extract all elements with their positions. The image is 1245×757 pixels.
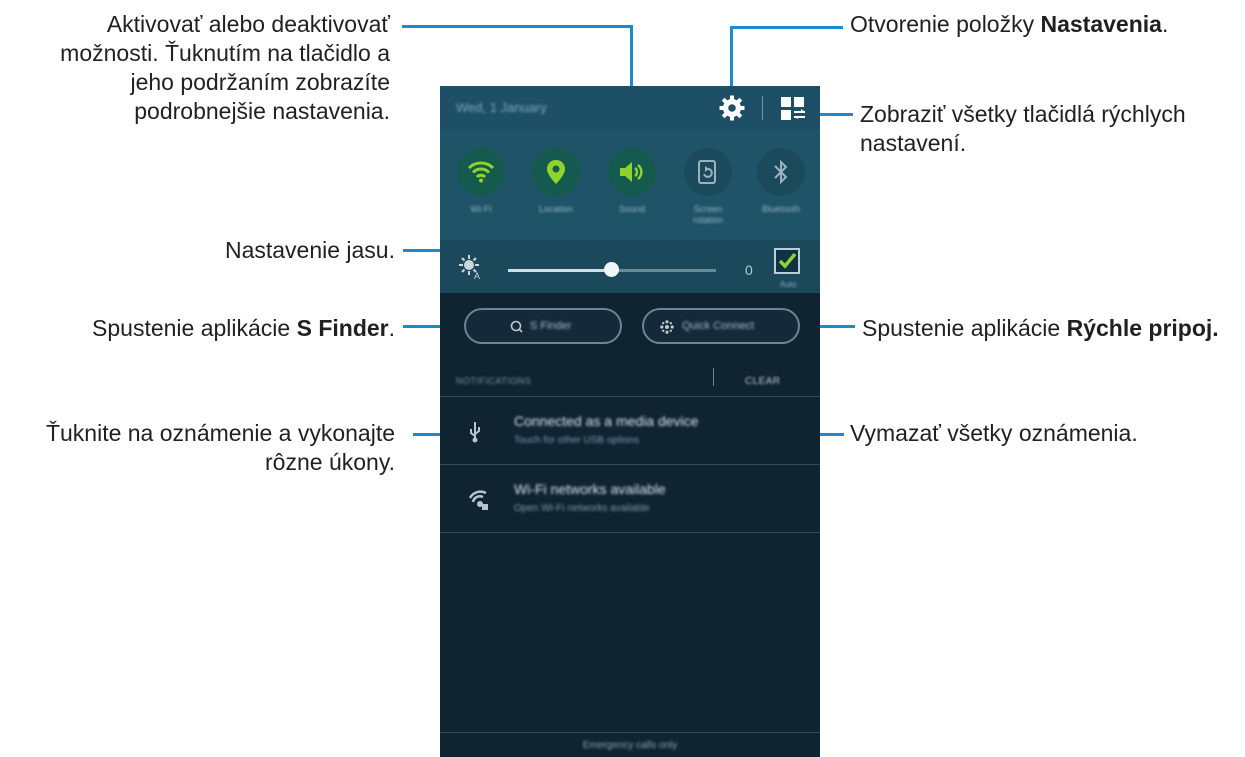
notification-item[interactable]: Wi-Fi networks available Open Wi-Fi netw… — [440, 465, 820, 531]
brightness-slider-handle[interactable] — [604, 262, 619, 277]
divider — [440, 732, 820, 733]
toggle-wifi[interactable]: Wi-Fi — [454, 148, 508, 215]
toggle-screen-rotation[interactable]: Screen rotation — [681, 148, 735, 226]
annotation-settings: Otvorenie položky Nastavenia. — [850, 11, 1169, 37]
toggle-sound[interactable]: Sound — [605, 148, 659, 215]
bluetooth-icon — [774, 159, 788, 185]
toggle-label: Bluetooth — [761, 204, 801, 214]
callout-line-settings-v — [730, 26, 733, 90]
toggle-bluetooth[interactable]: Bluetooth — [754, 148, 808, 215]
divider — [440, 532, 820, 533]
annotation-clear-all: Vymazať všetky oznámenia. — [850, 420, 1138, 446]
annotation-notification: Ťuknite na oznámenie a vykonajte rôzne ú… — [45, 420, 395, 475]
top-bar-divider — [762, 96, 763, 120]
brightness-row: A 0 Auto — [440, 240, 820, 293]
toggle-rotation-circle — [684, 148, 732, 196]
toggle-wifi-circle — [457, 148, 505, 196]
wifi-icon — [468, 161, 494, 183]
notification-subtitle: Touch for other USB options — [514, 435, 640, 446]
toggle-label: Location — [538, 204, 574, 214]
usb-icon — [470, 422, 480, 443]
gear-icon[interactable] — [718, 94, 746, 122]
wifi-networks-icon — [468, 490, 488, 510]
auto-brightness-checkbox[interactable] — [774, 248, 800, 274]
notification-title: Wi-Fi networks available — [514, 481, 666, 497]
quick-connect-icon — [660, 320, 674, 334]
toggle-label: Sound — [618, 204, 646, 214]
annotation-all-buttons: Zobraziť všetky tlačidlá rýchlych nastav… — [860, 101, 1186, 156]
auto-label: Auto — [780, 280, 797, 289]
svg-text:A: A — [474, 271, 480, 280]
notifications-divider — [713, 368, 714, 386]
toggle-location-circle — [532, 148, 580, 196]
notification-title: Connected as a media device — [514, 413, 699, 429]
quick-connect-button[interactable]: Quick Connect — [642, 308, 800, 344]
annotation-quick-connect: Spustenie aplikácie Rýchle pripoj. — [862, 315, 1219, 341]
rotation-icon — [698, 160, 716, 184]
checkmark-icon — [778, 252, 797, 269]
notifications-header: NOTIFICATIONS — [456, 376, 532, 386]
panel-top-bar: Wed, 1 January — [440, 86, 820, 130]
notification-panel: Wed, 1 January Wi-Fi Location Sound Scre… — [440, 86, 820, 757]
annotation-brightness: Nastavenie jasu. — [224, 237, 395, 263]
s-finder-label: S Finder — [530, 320, 572, 332]
brightness-fill — [508, 269, 612, 272]
quick-settings-toggles: Wi-Fi Location Sound Screen rotation Blu… — [440, 130, 820, 240]
toggle-label: Wi-Fi — [470, 204, 492, 214]
toggle-location[interactable]: Location — [529, 148, 583, 215]
toggle-sound-circle — [608, 148, 656, 196]
location-icon — [547, 160, 565, 184]
date-label: Wed, 1 January — [456, 100, 547, 115]
toggle-label: Screen rotation — [692, 204, 724, 225]
brightness-value: 0 — [745, 262, 753, 278]
quick-connect-label: Quick Connect — [682, 320, 755, 332]
notification-subtitle: Open Wi-Fi networks available — [514, 503, 650, 514]
brightness-icon: A — [459, 255, 480, 280]
emergency-calls-label: Emergency calls only — [582, 740, 678, 751]
annotation-s-finder: Spustenie aplikácie S Finder. — [92, 315, 395, 341]
grid-icon[interactable] — [780, 96, 806, 122]
notification-item[interactable]: Connected as a media device Touch for ot… — [440, 397, 820, 463]
search-icon — [510, 320, 523, 333]
annotation-toggle-options: Aktivovať alebo deaktivovať možnosti. Ťu… — [60, 11, 390, 124]
sound-icon — [620, 162, 643, 182]
callout-line-settings-h — [730, 26, 843, 29]
clear-button[interactable]: CLEAR — [745, 376, 780, 387]
s-finder-button[interactable]: S Finder — [464, 308, 622, 344]
callout-line-toggles-h — [402, 25, 633, 28]
toggle-bluetooth-circle — [757, 148, 805, 196]
